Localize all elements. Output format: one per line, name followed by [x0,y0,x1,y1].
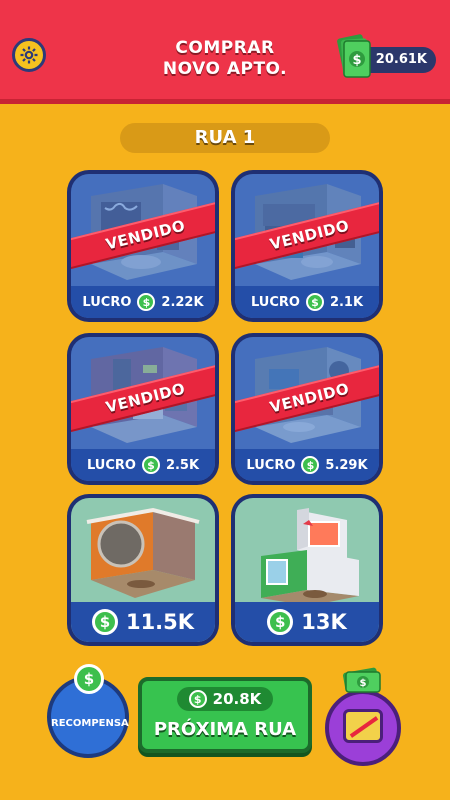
svg-text:$: $ [360,678,367,689]
title-line-1: COMPRAR [175,38,275,58]
profit-label: LUCRO [250,294,300,310]
room-illustration [86,507,200,598]
apartment-card-4[interactable]: VENDIDO LUCRO $ 5.29K [231,333,383,485]
apartment-card-5[interactable]: $ 11.5K [67,494,219,646]
reward-label: RECOMPENSA [51,718,129,729]
price-info: $ 11.5K [71,602,215,642]
next-street-label: PRÓXIMA RUA [153,719,297,740]
street-label: RUA 1 [120,123,330,153]
apartment-card-3[interactable]: VENDIDO LUCRO $ 2.5K [67,333,219,485]
profit-info: LUCRO $ 5.29K [235,449,379,481]
settings-button[interactable] [12,38,46,72]
profit-value: 2.5K [165,457,200,473]
apartment-card-1[interactable]: VENDIDO LUCRO $ 2.22K [67,170,219,322]
profit-value: 2.1K [329,294,364,310]
svg-text:$: $ [352,53,361,68]
profit-label: LUCRO [82,294,132,310]
gear-icon [20,46,38,64]
profit-label: LUCRO [86,457,136,473]
cash-icon: $ [342,667,381,693]
dollar-coin-icon: $ [188,690,207,708]
next-cost-value: 20.8K [212,690,262,708]
room-illustration [261,508,359,606]
cash-stack-icon: $ [337,34,371,78]
profit-info: LUCRO $ 2.22K [71,286,215,318]
price-value: 11.5K [125,610,195,634]
no-ads-icon [343,709,383,743]
profit-label: LUCRO [246,457,296,473]
apartment-card-6[interactable]: $ 13K [231,494,383,646]
profit-value: 5.29K [325,457,368,473]
dollar-coin-icon: $ [305,293,324,311]
dollar-coin-icon: $ [267,609,294,635]
apartment-card-2[interactable]: VENDIDO LUCRO $ 2.1K [231,170,383,322]
top-bar: COMPRAR NOVO APTO. 20.61K $ [0,0,450,104]
dollar-coin-icon: $ [137,293,156,311]
page-title: COMPRAR NOVO APTO. [140,38,310,80]
profit-info: LUCRO $ 2.1K [235,286,379,318]
dollar-coin-icon: $ [74,664,104,694]
profit-info: LUCRO $ 2.5K [71,449,215,481]
title-line-2: NOVO APTO. [162,59,288,79]
dollar-coin-icon: $ [91,609,118,635]
dollar-coin-icon: $ [301,456,320,474]
dollar-coin-icon: $ [141,456,160,474]
next-street-cost: $ 20.8K [177,687,273,711]
price-info: $ 13K [235,602,379,642]
next-street-button[interactable]: $ 20.8K PRÓXIMA RUA [138,677,312,753]
profit-value: 2.22K [161,294,204,310]
price-value: 13K [301,610,347,634]
